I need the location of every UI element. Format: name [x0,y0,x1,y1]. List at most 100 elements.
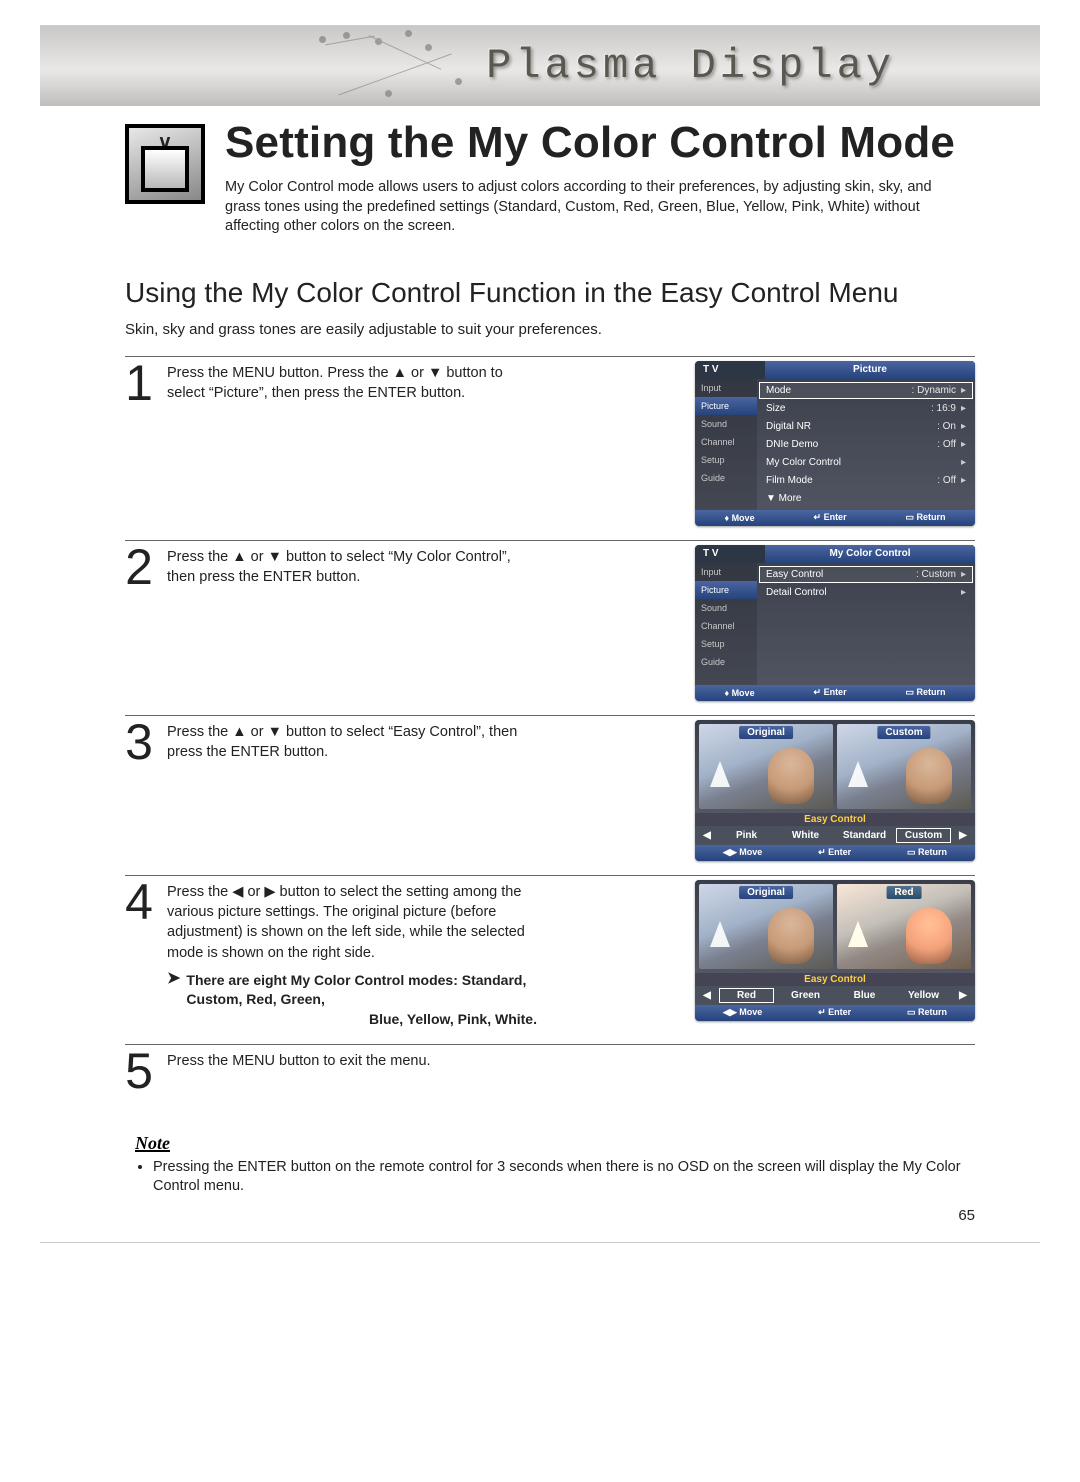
modes-line-2: Blue, Yellow, Pink, White. [186,1010,537,1030]
preview-original: Original [699,724,833,809]
step-1: 1 Press the MENU button. Press the ▲ or … [125,356,975,540]
osd-row[interactable]: My Color Control▸ [759,454,973,471]
osd-strip-option[interactable]: ▶ [955,988,971,1003]
preview-label-custom: Custom [877,726,930,739]
step-2: 2 Press the ▲ or ▼ button to select “My … [125,540,975,715]
step-number: 2 [125,545,153,701]
intro-text: My Color Control mode allows users to ad… [225,178,945,237]
osd-side-setup[interactable]: Setup [701,455,725,465]
osd-strip-option[interactable]: Blue [837,988,892,1003]
osd-strip-option[interactable]: Yellow [896,988,951,1003]
osd-side-sound[interactable]: Sound [701,603,727,613]
tv-icon: ∨ [125,124,205,204]
osd-side-setup[interactable]: Setup [701,639,725,649]
osd-side-input[interactable]: Input [701,383,721,393]
osd-row[interactable]: Digital NR: On▸ [759,418,973,435]
osd-row[interactable]: Detail Control▸ [759,584,973,601]
step-text: Press the MENU button. Press the ▲ or ▼ … [167,361,537,526]
osd-side-channel[interactable]: Channel [701,437,735,447]
banner-title: Plasma Display [486,42,895,90]
osd-row[interactable]: Easy Control: Custom▸ [759,566,973,583]
osd-mycolor-menu: T V My Color Control Input Picture Sound… [695,545,975,701]
osd-side-channel[interactable]: Channel [701,621,735,631]
osd-title: Picture [765,361,975,379]
section-title: Using the My Color Control Function in t… [40,277,1040,309]
step-number: 5 [125,1049,153,1094]
osd-picture-menu: T V Picture Input Picture Sound Channel … [695,361,975,526]
preview-original: Original [699,884,833,969]
osd-row[interactable]: Film Mode: Off▸ [759,472,973,489]
osd-hint-enter: ↵ Enter [818,1007,851,1018]
step-number: 1 [125,361,153,526]
osd-hint-enter: ↵ Enter [818,847,851,858]
osd-strip-option[interactable]: Green [778,988,833,1003]
osd-row[interactable]: ▼ More [759,490,973,507]
note-block: Note Pressing the ENTER button on the re… [40,1108,1040,1207]
osd-side-sound[interactable]: Sound [701,419,727,429]
osd-side-picture[interactable]: Picture [701,401,729,411]
osd-easy-control-red: Original Red Easy Control ◀ Red Green Blue Y… [695,880,975,1021]
osd-strip-title: Easy Control [695,813,975,826]
osd-sidebar: Input Picture Sound Channel Setup Guide [695,379,757,510]
osd-easy-control-custom: Original Custom Easy Control ◀ Pink White S… [695,720,975,861]
osd-strip-option[interactable]: ◀ [699,828,715,843]
osd-side-input[interactable]: Input [701,567,721,577]
osd-hint-move: ♦ Move [724,513,754,523]
osd-footer: ♦ Move ↵ Enter ▭ Return [695,510,975,526]
osd-side-guide[interactable]: Guide [701,473,725,483]
osd-footer: ◀▶ Move ↵ Enter ▭ Return [695,1005,975,1021]
osd-hint-return: ▭ Return [906,512,946,523]
osd-hint-return: ▭ Return [907,847,947,858]
osd-hint-return: ▭ Return [907,1007,947,1018]
osd-side-picture[interactable]: Picture [701,585,729,595]
step-number: 4 [125,880,153,1030]
section-subtitle: Skin, sky and grass tones are easily adj… [40,321,1040,338]
osd-footer: ♦ Move ↵ Enter ▭ Return [695,685,975,701]
osd-side-guide[interactable]: Guide [701,657,725,667]
step-text: Press the ▲ or ▼ button to select “Easy … [167,720,537,861]
preview-label-original: Original [739,886,793,899]
note-heading: Note [135,1133,975,1154]
step-3: 3 Press the ▲ or ▼ button to select “Eas… [125,715,975,875]
osd-row[interactable]: Size: 16:9▸ [759,400,973,417]
osd-strip-option[interactable]: ◀ [699,988,715,1003]
osd-strip-option[interactable]: Standard [837,828,892,843]
page-title: Setting the My Color Control Mode [225,118,975,168]
preview-custom: Custom [837,724,971,809]
step-text: Press the MENU button to exit the menu. [167,1049,537,1094]
modes-line-1: There are eight My Color Control modes: … [186,971,537,1010]
modes-arrow-icon: ➤ [167,971,180,1030]
osd-sidebar: Input Picture Sound Channel Setup Guide [695,563,757,685]
osd-strip-title: Easy Control [695,973,975,986]
step-5: 5 Press the MENU button to exit the menu… [125,1044,975,1108]
osd-title: My Color Control [765,545,975,563]
step-4: 4 Press the ◀ or ▶ button to select the … [125,875,975,1044]
osd-strip-option[interactable]: White [778,828,833,843]
step-number: 3 [125,720,153,861]
osd-strip-option[interactable]: Red [719,988,774,1003]
osd-tv-label: T V [695,548,765,559]
osd-strip-option[interactable]: ▶ [955,828,971,843]
steps-list: 1 Press the MENU button. Press the ▲ or … [40,338,1040,1108]
osd-row[interactable]: Mode: Dynamic▸ [759,382,973,399]
step-text-main: Press the ◀ or ▶ button to select the se… [167,884,525,961]
osd-tv-label: T V [695,364,765,375]
osd-hint-move: ◀▶ Move [723,847,762,858]
preview-red: Red [837,884,971,969]
preview-label-red: Red [887,886,922,899]
osd-row[interactable]: DNIe Demo: Off▸ [759,436,973,453]
osd-hint-return: ▭ Return [906,687,946,698]
osd-footer: ◀▶ Move ↵ Enter ▭ Return [695,845,975,861]
osd-hint-enter: ↵ Enter [814,512,847,523]
step-text: Press the ▲ or ▼ button to select “My Co… [167,545,537,701]
osd-hint-enter: ↵ Enter [814,687,847,698]
osd-hint-move: ◀▶ Move [723,1007,762,1018]
step-text: Press the ◀ or ▶ button to select the se… [167,880,537,1030]
banner: Plasma Display [40,26,1040,106]
preview-label-original: Original [739,726,793,739]
manual-page: Plasma Display ∨ Setting the My Color Co… [40,25,1040,1243]
osd-strip-option[interactable]: Custom [896,828,951,843]
page-number: 65 [40,1207,1040,1242]
osd-hint-move: ♦ Move [724,688,754,698]
osd-strip-option[interactable]: Pink [719,828,774,843]
